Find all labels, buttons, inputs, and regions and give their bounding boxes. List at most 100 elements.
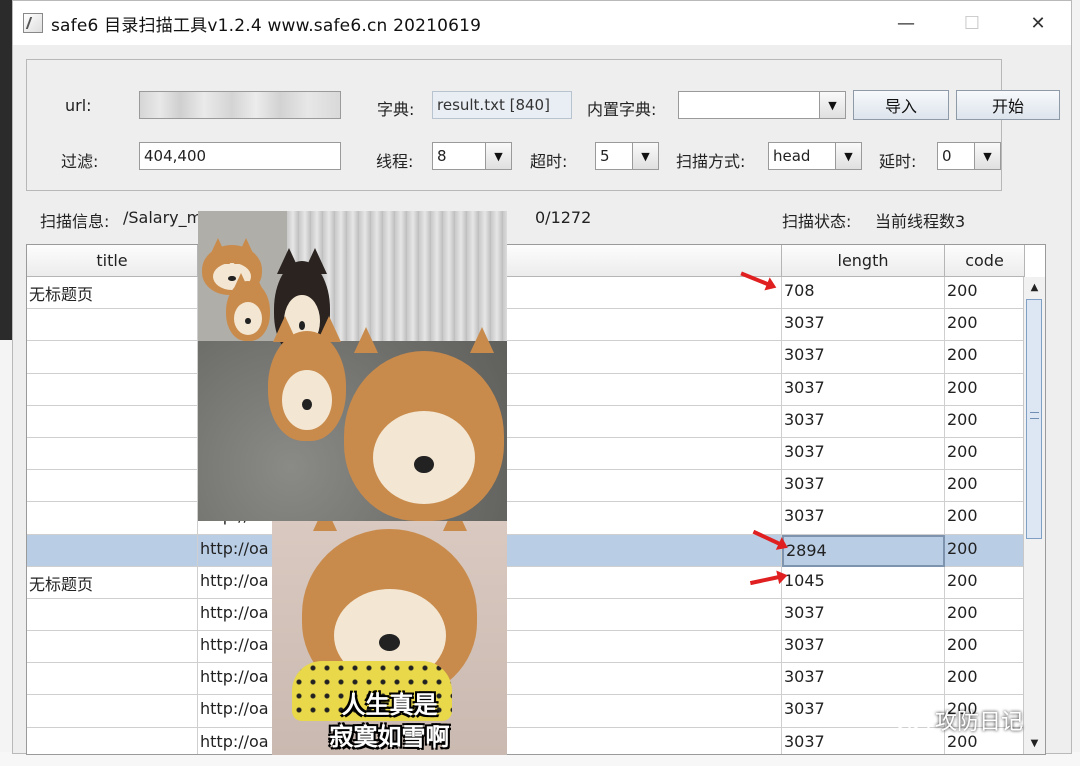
- delay-value: 0: [942, 147, 952, 165]
- column-header-length[interactable]: length: [782, 245, 945, 277]
- cell-length[interactable]: 3037: [782, 405, 945, 438]
- table-row[interactable]: http://oa t/WareCard.aspx3037200: [27, 663, 1045, 696]
- column-header-title[interactable]: title: [27, 245, 198, 277]
- cell-title[interactable]: [27, 631, 198, 664]
- delay-label: 延时:: [879, 152, 917, 171]
- dict-field[interactable]: result.txt [840]: [432, 91, 572, 119]
- url-label: url:: [65, 96, 92, 115]
- import-button[interactable]: 导入: [853, 90, 949, 120]
- cell-length[interactable]: 1045: [782, 566, 945, 599]
- app-window: safe6 目录扫描工具v1.2.4 www.safe6.cn 20210619…: [12, 0, 1072, 755]
- table-header: title length code: [27, 245, 1045, 277]
- cell-title[interactable]: 无标题页: [27, 277, 198, 310]
- cell-length[interactable]: 3037: [782, 437, 945, 471]
- table-body: 无标题页http://oa t/StatMain.aspx708200http:…: [27, 277, 1045, 754]
- table-row[interactable]: http://oa t/SupplierOutbill.aspx3037200: [27, 502, 1045, 535]
- table-row[interactable]: http://oa t/SupplierAccount.aspx3037200: [27, 373, 1045, 406]
- filter-field[interactable]: 404,400: [139, 142, 341, 170]
- cell-title[interactable]: [27, 470, 198, 503]
- chevron-down-icon: ▼: [819, 92, 845, 118]
- filter-label: 过滤:: [61, 152, 99, 171]
- title-bar: safe6 目录扫描工具v1.2.4 www.safe6.cn 20210619…: [13, 1, 1071, 45]
- scan-status-label: 扫描状态:: [782, 212, 852, 231]
- table-row[interactable]: 无标题页 http://oa gin.aspx 1045 200: [27, 566, 1045, 599]
- cell-title[interactable]: 无标题页: [27, 566, 198, 599]
- table-row[interactable]: http://oa t/SupplierStorage.aspx3037200: [27, 598, 1045, 632]
- url-field[interactable]: [139, 91, 341, 119]
- builtin-dict-label: 内置字典:: [587, 100, 657, 119]
- column-header-code[interactable]: code: [945, 245, 1025, 277]
- dict-label: 字典:: [377, 100, 415, 119]
- config-panel: url: 字典: result.txt [840] 内置字典: ▼ 导入 开始 …: [26, 59, 1060, 191]
- scrollbar-thumb[interactable]: [1026, 299, 1042, 539]
- cell-length[interactable]: 3037: [782, 341, 945, 374]
- scan-mode-value: head: [773, 147, 811, 165]
- cell-title[interactable]: [27, 373, 198, 406]
- table-row[interactable]: http://oa t/SupplierStorageSum.aspx30372…: [27, 631, 1045, 664]
- cell-title[interactable]: [27, 727, 198, 754]
- cell-title[interactable]: [27, 598, 198, 632]
- table-row[interactable]: http://oa t/wareLabel.aspx3037200: [27, 695, 1045, 728]
- scroll-up-icon[interactable]: ▲: [1024, 277, 1045, 298]
- vertical-scrollbar[interactable]: ▲ ▼: [1023, 277, 1045, 754]
- results-table: title length code 无标题页http://oa t/StatMa…: [26, 244, 1046, 755]
- cell-title[interactable]: [27, 405, 198, 438]
- table-row[interactable]: http://oa gin.aspx3037200: [27, 470, 1045, 503]
- meme-caption-line1: 人生真是: [341, 691, 438, 719]
- threads-value: 8: [437, 147, 447, 165]
- table-row[interactable]: http://oa t/StorageStat.aspx3037200: [27, 309, 1045, 342]
- cell-length[interactable]: 3037: [782, 663, 945, 696]
- cell-title[interactable]: [27, 695, 198, 728]
- watermark-text: 攻防日记: [935, 710, 1024, 735]
- timeout-label: 超时:: [530, 152, 568, 171]
- table-row[interactable]: http://oa t/SupplierInbill.aspx3037200: [27, 405, 1045, 438]
- table-row[interactable]: http://oa t/SupplierInbillSum.aspx303720…: [27, 437, 1045, 471]
- builtin-dict-select[interactable]: ▼: [678, 91, 846, 119]
- cell-title[interactable]: [27, 341, 198, 374]
- cell-title[interactable]: [27, 309, 198, 342]
- chevron-down-icon: ▼: [485, 143, 511, 169]
- watermark: 攻防日记: [895, 704, 1023, 736]
- cell-title[interactable]: [27, 534, 198, 567]
- wechat-icon: [895, 708, 930, 734]
- threads-select[interactable]: 8 ▼: [432, 142, 512, 170]
- scan-info-value: /Salary_m: [123, 208, 203, 227]
- scan-info-label: 扫描信息:: [40, 212, 110, 231]
- shiba-meme-photo: 人生真是 寂寞如雪啊: [272, 521, 507, 755]
- cell-length[interactable]: 2894: [782, 534, 945, 567]
- cell-length[interactable]: 3037: [782, 373, 945, 406]
- table-row[interactable]: http://oa t/SupplierOutbillSum.aspx28942…: [27, 534, 1045, 567]
- table-row[interactable]: http://oa torage/OrderBill.aspx3037200: [27, 727, 1045, 754]
- cell-title[interactable]: [27, 502, 198, 535]
- scan-mode-label: 扫描方式:: [676, 152, 746, 171]
- cell-length[interactable]: 3037: [782, 470, 945, 503]
- timeout-select[interactable]: 5 ▼: [595, 142, 659, 170]
- scan-mode-select[interactable]: head ▼: [768, 142, 862, 170]
- threads-label: 线程:: [376, 152, 414, 171]
- scroll-down-icon[interactable]: ▼: [1024, 733, 1045, 754]
- window-title: safe6 目录扫描工具v1.2.4 www.safe6.cn 20210619: [51, 15, 482, 36]
- chevron-down-icon: ▼: [632, 143, 658, 169]
- table-row[interactable]: 无标题页http://oa t/StatMain.aspx708200: [27, 277, 1045, 310]
- cell-length[interactable]: 3037: [782, 631, 945, 664]
- delay-select[interactable]: 0 ▼: [937, 142, 1001, 170]
- scan-status-value: 当前线程数3: [875, 212, 966, 231]
- maximize-button[interactable]: ☐: [939, 1, 1005, 45]
- cell-length[interactable]: 708: [782, 277, 945, 310]
- chevron-down-icon: ▼: [835, 143, 861, 169]
- cell-title[interactable]: [27, 663, 198, 696]
- meme-caption-line2: 寂寞如雪啊: [329, 723, 450, 751]
- window-controls: — ☐ ✕: [873, 1, 1071, 45]
- scan-progress: 0/1272: [535, 208, 592, 227]
- close-button[interactable]: ✕: [1005, 1, 1071, 45]
- cell-length[interactable]: 3037: [782, 309, 945, 342]
- start-button[interactable]: 开始: [956, 90, 1060, 120]
- minimize-button[interactable]: —: [873, 1, 939, 45]
- table-row[interactable]: http://oa t/StorageWareSum.aspx3037200: [27, 341, 1045, 374]
- cell-length[interactable]: 3037: [782, 598, 945, 632]
- builtin-dict-value: [679, 92, 819, 118]
- chevron-down-icon: ▼: [974, 143, 1000, 169]
- shiba-group-photo: [198, 211, 507, 521]
- cell-title[interactable]: [27, 437, 198, 471]
- cell-length[interactable]: 3037: [782, 502, 945, 535]
